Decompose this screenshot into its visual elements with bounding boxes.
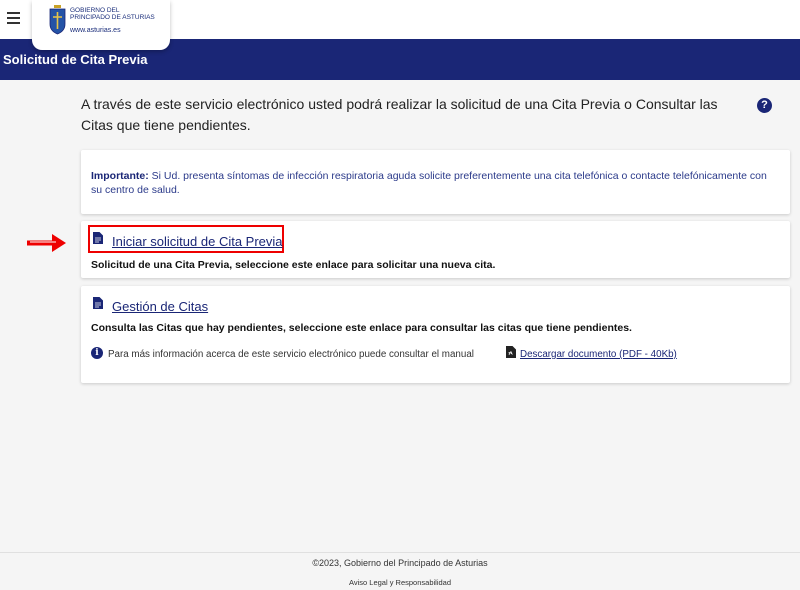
iniciar-solicitud-link[interactable]: Iniciar solicitud de Cita Previa	[112, 234, 283, 249]
document-icon	[93, 297, 103, 309]
logo-url: www.asturias.es	[70, 27, 121, 34]
iniciar-description: Solicitud de una Cita Previa, seleccione…	[91, 259, 496, 271]
document-icon	[93, 232, 103, 244]
asturias-shield-icon	[49, 5, 66, 35]
manual-info-text: Para más información acerca de este serv…	[108, 349, 474, 360]
logo-text: Gobierno del Principado de Asturias	[70, 7, 155, 21]
download-pdf-link[interactable]: Descargar documento (PDF - 40Kb)	[520, 349, 677, 360]
important-notice: Importante: Si Ud. presenta síntomas de …	[81, 150, 790, 214]
card-iniciar-solicitud: Iniciar solicitud de Cita Previa Solicit…	[81, 221, 790, 278]
manual-info-row: i Para más información acerca de este se…	[91, 346, 781, 363]
gestion-description: Consulta las Citas que hay pendientes, s…	[91, 322, 632, 334]
hamburger-icon[interactable]	[7, 12, 21, 24]
logo[interactable]: Gobierno del Principado de Asturias www.…	[32, 0, 170, 50]
question-circle-icon[interactable]: ?	[757, 98, 772, 113]
info-icon: i	[91, 347, 103, 359]
arrow-right-icon	[27, 234, 66, 252]
page-title: Solicitud de Cita Previa	[3, 52, 148, 67]
gestion-citas-link[interactable]: Gestión de Citas	[112, 299, 208, 314]
card-gestion-citas: Gestión de Citas Consulta las Citas que …	[81, 286, 790, 383]
important-label: Importante:	[91, 170, 149, 182]
important-text: Importante: Si Ud. presenta síntomas de …	[91, 170, 767, 196]
intro-text: A través de este servicio electrónico us…	[81, 96, 718, 133]
footer: ©2023, Gobierno del Principado de Asturi…	[0, 552, 800, 590]
copyright-text: ©2023, Gobierno del Principado de Asturi…	[312, 558, 488, 568]
pdf-icon	[506, 346, 516, 358]
legal-link[interactable]: Aviso Legal y Responsabilidad	[0, 578, 800, 587]
